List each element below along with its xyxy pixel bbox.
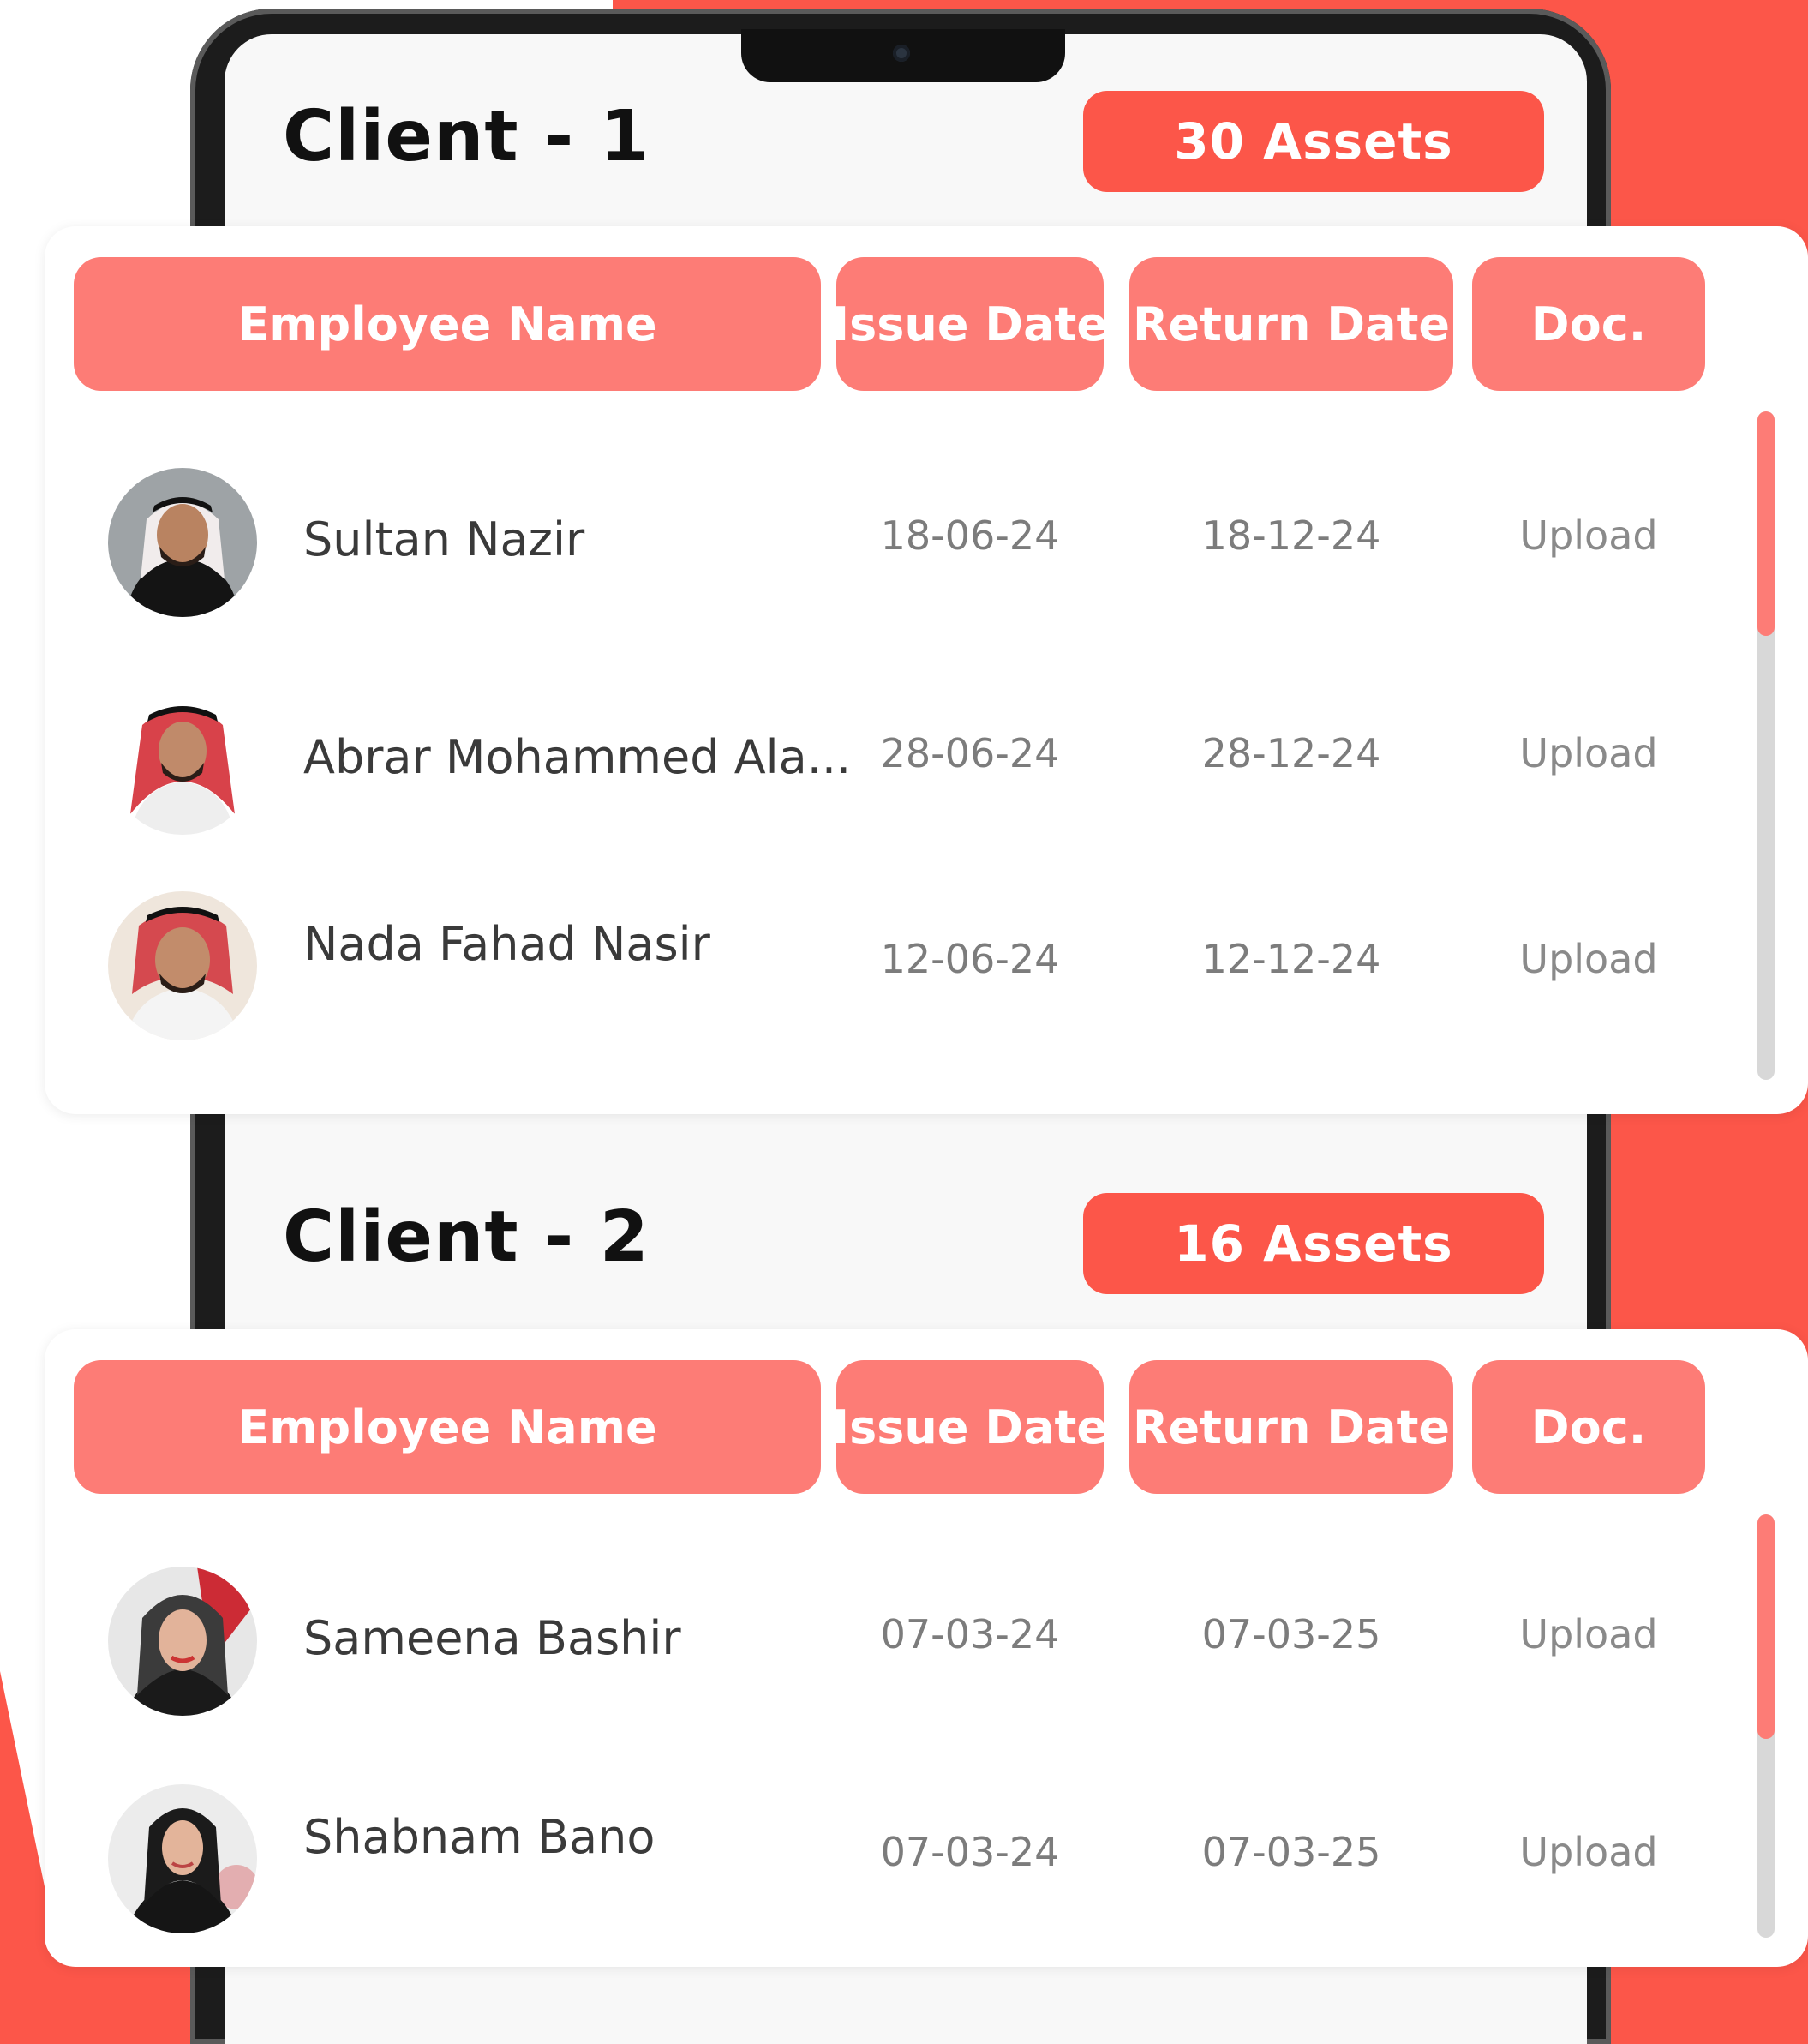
client-title: Client - 2 bbox=[283, 1196, 650, 1278]
asset-table-card: Employee Name Issue Date Return Date Doc… bbox=[45, 226, 1808, 1114]
return-date: 18-12-24 bbox=[1201, 512, 1381, 559]
return-date: 12-12-24 bbox=[1201, 936, 1381, 982]
column-header-doc[interactable]: Doc. bbox=[1472, 1360, 1705, 1494]
upload-link[interactable]: Upload bbox=[1472, 1611, 1705, 1657]
upload-link[interactable]: Upload bbox=[1472, 936, 1705, 982]
avatar bbox=[108, 891, 257, 1040]
upload-link[interactable]: Upload bbox=[1472, 730, 1705, 776]
issue-date: 07-03-24 bbox=[880, 1611, 1060, 1657]
employee-name: Sultan Nazir bbox=[303, 512, 585, 566]
upload-link[interactable]: Upload bbox=[1472, 512, 1705, 559]
issue-date: 12-06-24 bbox=[880, 936, 1060, 982]
table-row[interactable]: Abrar Mohammed Ala... 28-06-24 28-12-24 … bbox=[45, 686, 1741, 840]
upload-link[interactable]: Upload bbox=[1472, 1829, 1705, 1875]
assets-badge[interactable]: 30 Assets bbox=[1083, 91, 1544, 192]
return-date: 07-03-25 bbox=[1201, 1829, 1381, 1875]
column-header-issue-date[interactable]: Issue Date bbox=[832, 1360, 1108, 1494]
avatar bbox=[108, 1567, 257, 1716]
avatar bbox=[108, 1784, 257, 1933]
avatar bbox=[108, 686, 257, 835]
column-header-employee-name[interactable]: Employee Name bbox=[74, 1360, 821, 1494]
column-header-issue-date[interactable]: Issue Date bbox=[832, 257, 1108, 391]
camera-icon bbox=[893, 45, 910, 62]
asset-table-card: Employee Name Issue Date Return Date Doc… bbox=[45, 1329, 1808, 1967]
assets-badge[interactable]: 16 Assets bbox=[1083, 1193, 1544, 1294]
employee-name: Shabnam Bano bbox=[303, 1810, 656, 1864]
table-row[interactable]: Shabnam Bano 07-03-24 07-03-25 Upload bbox=[45, 1784, 1741, 1939]
issue-date: 18-06-24 bbox=[880, 512, 1060, 559]
return-date: 07-03-25 bbox=[1201, 1611, 1381, 1657]
column-header-return-date[interactable]: Return Date bbox=[1129, 257, 1453, 391]
table-row[interactable]: Sameena Bashir 07-03-24 07-03-25 Upload bbox=[45, 1567, 1741, 1721]
client-title: Client - 1 bbox=[283, 96, 650, 177]
return-date: 28-12-24 bbox=[1201, 730, 1381, 776]
scrollbar[interactable] bbox=[1757, 411, 1775, 1080]
column-header-return-date[interactable]: Return Date bbox=[1129, 1360, 1453, 1494]
table-row[interactable]: Sultan Nazir 18-06-24 18-12-24 Upload bbox=[45, 468, 1741, 622]
scrollbar-thumb[interactable] bbox=[1757, 411, 1775, 636]
issue-date: 28-06-24 bbox=[880, 730, 1060, 776]
employee-name: Sameena Bashir bbox=[303, 1611, 681, 1665]
employee-name: Abrar Mohammed Ala... bbox=[303, 730, 852, 784]
scrollbar-thumb[interactable] bbox=[1757, 1514, 1775, 1739]
avatar bbox=[108, 468, 257, 617]
issue-date: 07-03-24 bbox=[880, 1829, 1060, 1875]
table-row[interactable]: Nada Fahad Nasir 12-06-24 12-12-24 Uploa… bbox=[45, 891, 1741, 1046]
column-header-employee-name[interactable]: Employee Name bbox=[74, 257, 821, 391]
scrollbar[interactable] bbox=[1757, 1514, 1775, 1938]
column-header-doc[interactable]: Doc. bbox=[1472, 257, 1705, 391]
employee-name: Nada Fahad Nasir bbox=[303, 917, 710, 971]
